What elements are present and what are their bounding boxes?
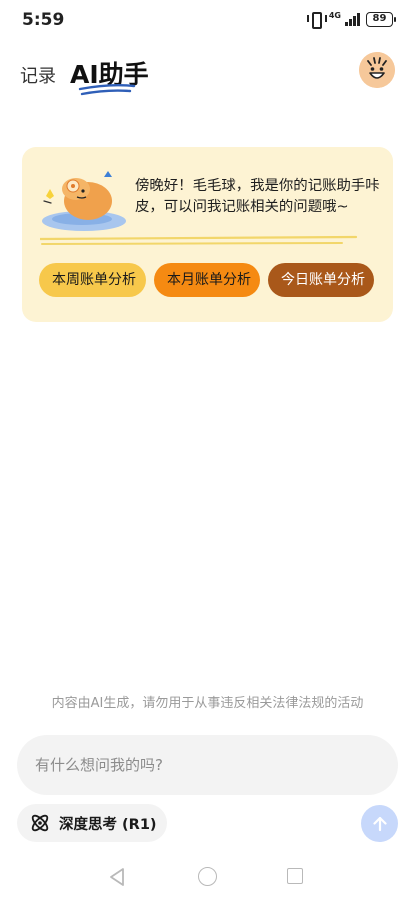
ai-disclaimer: 内容由AI生成，请勿用于从事违反相关法律法规的活动 (51, 696, 364, 711)
vibrate-icon (306, 11, 327, 29)
greeting-message: 傍晚好！毛毛球，我是你的记账助手咔皮，可以问我记账相关的问题哦~ (135, 178, 380, 215)
arrow-up-icon (372, 816, 387, 831)
recent-square-icon[interactable] (287, 868, 303, 884)
active-tab-underline (78, 84, 136, 96)
deep-think-label: 深度思考 (R1) (59, 816, 157, 833)
header: 记录 AI助手 (0, 52, 415, 96)
system-nav-bar (0, 860, 415, 896)
avatar[interactable] (359, 52, 395, 88)
tab-record[interactable]: 记录 (20, 62, 56, 88)
greeting-card: 傍晚好！毛毛球，我是你的记账助手咔皮，可以问我记账相关的问题哦~ 本周账单分析 … (22, 147, 393, 322)
weekly-bill-analysis-button[interactable]: 本周账单分析 (39, 263, 146, 297)
chat-input-box (17, 735, 398, 795)
monthly-bill-analysis-button[interactable]: 本月账单分析 (154, 263, 260, 297)
status-bar: 5:59 4G 89 (0, 0, 415, 40)
battery-icon: 89 (366, 11, 396, 27)
decorative-lines (40, 235, 358, 245)
daily-bill-analysis-button[interactable]: 今日账单分析 (268, 263, 374, 297)
capybara-mascot-icon (42, 171, 126, 231)
deep-think-toggle[interactable]: 深度思考 (R1) (17, 804, 167, 842)
status-icons: 4G 89 (306, 11, 396, 29)
back-triangle-icon[interactable] (108, 867, 126, 887)
signal-icon (345, 12, 360, 26)
send-button[interactable] (361, 805, 398, 842)
chat-input[interactable] (35, 735, 375, 795)
status-time: 5:59 (22, 10, 65, 30)
quick-action-row: 本周账单分析 本月账单分析 今日账单分析 (39, 263, 374, 297)
network-type: 4G (328, 11, 341, 20)
smiley-avatar-icon (359, 52, 395, 88)
atom-icon (31, 814, 49, 832)
home-circle-icon[interactable] (198, 867, 217, 886)
